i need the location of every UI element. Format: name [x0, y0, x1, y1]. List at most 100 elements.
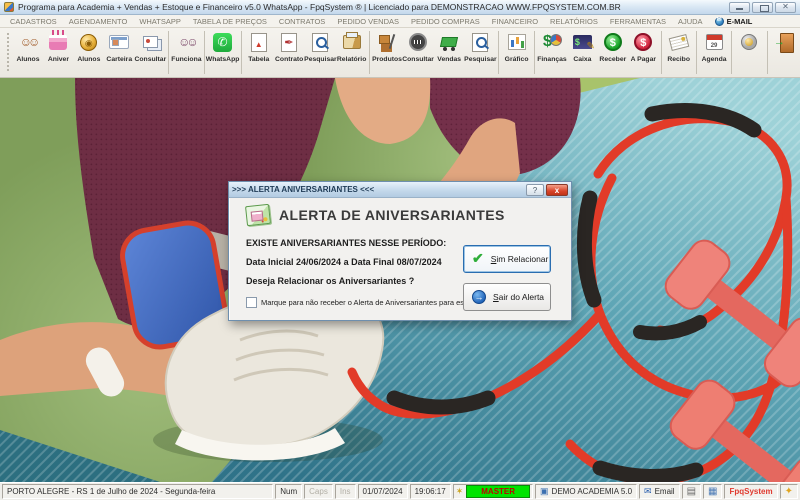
toolbar-button-pesquisar-contrato[interactable]: Pesquisar	[304, 28, 337, 77]
toolbar-button-whatsapp[interactable]: WhatsApp	[206, 28, 239, 77]
toolbar-button-recibo[interactable]: Recibo	[663, 28, 693, 77]
toolbar-button-alunos-coin[interactable]: Alunos	[74, 28, 104, 77]
location-text: PORTO ALEGRE - RS 1 de Julho de 2024 - S…	[7, 487, 216, 496]
menu-pedido-compras[interactable]: PEDIDO COMPRAS	[405, 17, 486, 26]
shopping-cart-icon	[439, 33, 459, 51]
statusbar-system-name: DEMO ACADEMIA 5.0	[535, 484, 638, 499]
dialog-help-button[interactable]: ?	[526, 183, 544, 196]
id-card-icon	[109, 35, 130, 49]
yes-list-button[interactable]: Sim Relacionar	[463, 245, 551, 273]
suppress-alert-label: Marque para não receber o Alerta de Aniv…	[261, 298, 485, 307]
toolbar-label: Consultar	[402, 56, 434, 63]
toolbar-separator	[731, 31, 733, 74]
search-docs-icon	[312, 32, 329, 52]
toolbar-label: Recibo	[667, 56, 690, 63]
toolbar-separator	[533, 31, 535, 74]
toolbar-button-a-pagar[interactable]: A Pagar	[628, 28, 658, 77]
cashbook-icon	[572, 35, 595, 52]
menu-relatorios[interactable]: RELATÓRIOS	[544, 17, 604, 26]
alert-dialog: >>> ALERTA ANIVERSARIANTES <<< ? x ALERT…	[228, 181, 572, 321]
statusbar-logo	[779, 484, 798, 499]
toolbar-label: Agenda	[701, 56, 727, 63]
menu-financeiro[interactable]: FINANCEIRO	[486, 17, 544, 26]
toolbar-button-sair[interactable]	[770, 28, 800, 77]
toolbar-label: Receber	[599, 56, 627, 63]
products-dolly-icon	[378, 33, 396, 51]
menu-contratos[interactable]: CONTRATOS	[273, 17, 331, 26]
minimize-button[interactable]	[729, 1, 750, 13]
toolbar-button-aniver[interactable]: Aniver	[43, 28, 73, 77]
close-button[interactable]	[775, 1, 796, 13]
statusbar-network-button[interactable]	[703, 484, 723, 499]
toolbar-separator	[660, 31, 662, 74]
exit-door-icon	[774, 32, 795, 53]
menu-whatsapp[interactable]: WHATSAPP	[133, 17, 187, 26]
dialog-titlebar[interactable]: >>> ALERTA ANIVERSARIANTES <<< ? x	[229, 182, 571, 198]
toolbar-label: Pesquisar	[464, 56, 497, 63]
statusbar-printer-button[interactable]	[681, 484, 702, 499]
dialog-title: >>> ALERTA ANIVERSARIANTES <<<	[232, 185, 375, 194]
menu-cadastros[interactable]: CADASTROS	[4, 17, 63, 26]
menu-email[interactable]: E-MAIL	[709, 16, 759, 26]
toolbar-button-tabela[interactable]: Tabela	[244, 28, 274, 77]
contract-pen-icon	[281, 32, 298, 52]
toolbar-separator	[168, 31, 170, 74]
email-icon	[644, 486, 652, 497]
toolbar-label: A Pagar	[630, 56, 656, 63]
toolbar-label: Alunos	[16, 56, 40, 63]
toolbar-button-consultar-carteira[interactable]: Consultar	[135, 28, 166, 77]
bar-chart-icon	[507, 34, 526, 50]
globe-email-icon	[714, 16, 724, 26]
toolbar-button-consultar-produto[interactable]: Consultar	[402, 28, 434, 77]
toolbar-separator	[766, 31, 768, 74]
menu-tabela-de-precos[interactable]: TABELA DE PREÇOS	[187, 17, 273, 26]
dialog-close-button[interactable]: x	[546, 183, 568, 196]
toolbar-label: Relatório	[336, 56, 367, 63]
toolbar-button-vendas[interactable]: Vendas	[434, 28, 464, 77]
brand-text: FpqSystem	[729, 487, 773, 496]
toolbar-button-financas[interactable]: Finanças	[537, 28, 567, 77]
restore-button[interactable]	[752, 1, 773, 13]
barcode-icon	[409, 33, 428, 51]
toolbar-button-agenda[interactable]: 29 Agenda	[699, 28, 729, 77]
exit-alert-label: Sair do Alerta	[493, 292, 545, 302]
price-table-icon	[250, 32, 267, 52]
statusbar-user-badge: MASTER	[452, 484, 534, 499]
toolbar-label: Alunos	[77, 56, 101, 63]
system-name-text: DEMO ACADEMIA 5.0	[551, 487, 633, 496]
toolbar-button-relatorio[interactable]: Relatório	[336, 28, 366, 77]
toolbar-button-receber[interactable]: Receber	[598, 28, 628, 77]
toolbar-label: Aniver	[47, 56, 69, 63]
calendar-icon: 29	[705, 34, 723, 50]
statusbar-email-button[interactable]: Email	[639, 484, 680, 499]
search-docs-icon	[472, 32, 489, 52]
menu-bar: CADASTROS AGENDAMENTO WHATSAPP TABELA DE…	[0, 15, 800, 28]
monitor-icon	[540, 486, 549, 497]
suppress-alert-checkbox[interactable]	[246, 297, 257, 308]
toolbar-button-produtos[interactable]: Produtos	[372, 28, 402, 77]
toolbar-button-carteira[interactable]: Carteira	[104, 28, 134, 77]
menu-ajuda[interactable]: AJUDA	[672, 17, 709, 26]
toolbar-button-moeda[interactable]	[734, 28, 764, 77]
toolbar-button-funcionarios[interactable]: Funciona	[171, 28, 201, 77]
network-icon	[708, 486, 717, 497]
menu-ferramentas[interactable]: FERRAMENTAS	[604, 17, 672, 26]
toolbar-label: Caixa	[573, 56, 592, 63]
toolbar-button-caixa[interactable]: Caixa	[567, 28, 597, 77]
menu-agendamento[interactable]: AGENDAMENTO	[63, 17, 134, 26]
toolbar-button-pesquisar-venda[interactable]: Pesquisar	[464, 28, 497, 77]
caps-indicator: Caps	[309, 487, 328, 496]
statusbar-time: 19:06:17	[409, 484, 451, 499]
exit-alert-button[interactable]: Sair do Alerta	[463, 283, 551, 311]
toolbar-label: Finanças	[537, 56, 567, 63]
statusbar-date: 01/07/2024	[357, 484, 408, 499]
toolbar-button-contrato[interactable]: Contrato	[274, 28, 304, 77]
toolbar-button-grafico[interactable]: Gráfico	[501, 28, 531, 77]
toolbar-drag-handle[interactable]	[6, 32, 11, 73]
toolbar-label: Carteira	[106, 56, 133, 63]
menu-pedido-vendas[interactable]: PEDIDO VENDAS	[331, 17, 405, 26]
window-titlebar[interactable]: Programa para Academia + Vendas + Estoqu…	[0, 0, 800, 15]
toolbar-button-alunos[interactable]: Alunos	[13, 28, 43, 77]
key-icon	[456, 486, 464, 497]
gold-coin-icon	[80, 33, 98, 51]
